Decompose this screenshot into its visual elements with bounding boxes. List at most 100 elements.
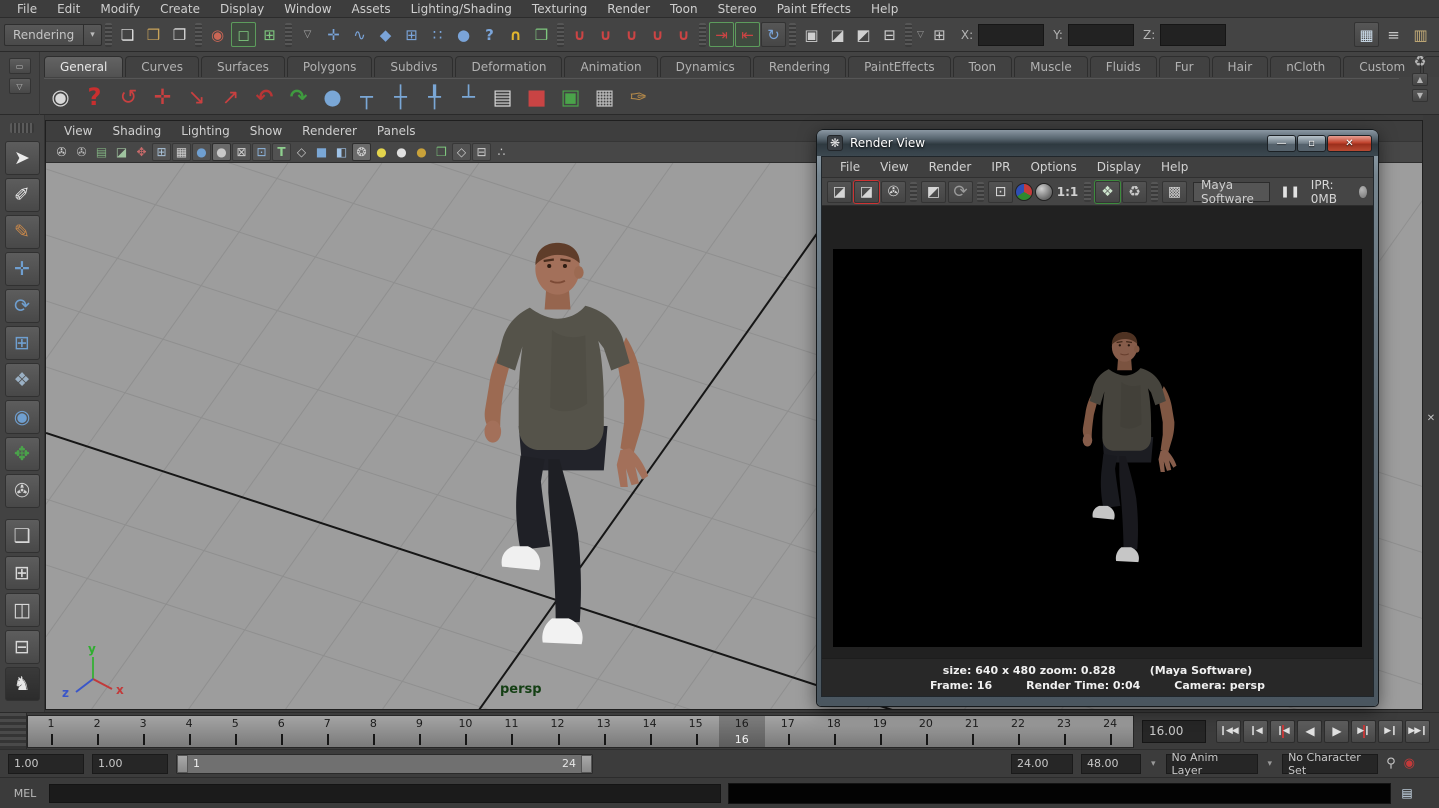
render-settings-icon[interactable]: ⊟ [877,22,902,47]
rv-render-region-icon[interactable]: ◪ [854,181,879,203]
frame-cell[interactable]: 2 [74,716,120,747]
menu-window[interactable]: Window [275,1,340,17]
frame-ruler[interactable]: 1 2 3 4 [27,715,1134,748]
chevron-down-icon[interactable]: ▾ [83,25,101,45]
lasso-select-tool[interactable]: ✐ [5,178,40,212]
frame-cell[interactable]: 14 [627,716,673,747]
x-coordinate-field[interactable] [978,24,1044,46]
playback-start-field[interactable] [92,754,168,774]
chevron-down-icon[interactable]: ▾ [1268,759,1273,769]
universal-manipulator-tool[interactable]: ❖ [5,363,40,397]
rv-menu-display[interactable]: Display [1089,159,1149,175]
menu-texturing[interactable]: Texturing [523,1,596,17]
shelf-tab-deformation[interactable]: Deformation [455,56,562,77]
shelf-light-link-icon[interactable]: ┬ [350,81,383,113]
select-by-object-icon[interactable]: ◻ [231,22,256,47]
snap-to-view-magnet-icon[interactable]: ∪ [671,22,696,47]
frame-cell[interactable]: 6 [258,716,304,747]
character-set-field[interactable]: No Character Set [1282,754,1378,774]
render-current-frame-icon[interactable]: ◪ [825,22,850,47]
rendered-image[interactable] [833,249,1362,647]
play-backwards-button[interactable]: ◀ [1297,720,1322,743]
menu-paint-effects[interactable]: Paint Effects [768,1,860,17]
shelf-camera-dolly-icon[interactable]: ↗ [214,81,247,113]
shelf-options-icon[interactable]: ▽ [9,78,31,94]
vp-menu-lighting[interactable]: Lighting [173,123,238,139]
new-scene-icon[interactable]: ❏ [115,22,140,47]
vp-no-light-icon[interactable]: ● [412,143,431,161]
shelf-shade-link-break-icon[interactable]: ┴ [452,81,485,113]
soft-modification-tool[interactable]: ◉ [5,400,40,434]
vp-select-camera-icon[interactable]: ✇ [52,143,71,161]
panel-close-icon[interactable]: ✕ [1427,125,1435,712]
snap-curve-icon[interactable]: ∿ [347,22,372,47]
frame-cell[interactable]: 17 [765,716,811,747]
shelf-undo-view-icon[interactable]: ↶ [248,81,281,113]
rv-menu-options[interactable]: Options [1022,159,1084,175]
renderer-dropdown[interactable]: Maya Software [1193,182,1270,202]
toolbar-divider[interactable] [105,23,112,47]
frame-cell[interactable]: 11 [488,716,534,747]
open-render-view-icon[interactable]: ▣ [799,22,824,47]
rv-one-to-one-icon[interactable]: 1:1 [1055,181,1080,203]
frame-cell[interactable]: 20 [903,716,949,747]
rv-rgb-channels-icon[interactable] [1015,183,1033,201]
shelf-tab-toon[interactable]: Toon [953,56,1013,77]
current-time-field[interactable] [1142,720,1206,743]
shelf-trash-icon[interactable]: ♻ [1414,54,1427,70]
toolbar-divider[interactable] [789,23,796,47]
menu-render[interactable]: Render [598,1,659,17]
vp-safe-action-icon[interactable]: ⊡ [252,143,271,161]
highlight-selection-icon[interactable]: ❒ [529,22,554,47]
render-view-titlebar[interactable]: ❋ Render View —▫✕ [817,130,1378,156]
vp-menu-shading[interactable]: Shading [104,123,169,139]
time-slider-grip[interactable] [0,713,27,749]
vp-resolution-gate-icon[interactable]: ● [192,143,211,161]
vp-film-gate-icon[interactable]: ▦ [172,143,191,161]
shelf-assign-red-cube-icon[interactable]: ■ [520,81,553,113]
shelf-camera-orbit-icon[interactable]: ↺ [112,81,145,113]
shelf-menu-icon[interactable]: ▭ [9,58,31,74]
go-to-start-button[interactable]: ❙◀◀ [1216,720,1241,743]
rv-refresh-icon[interactable]: ⟳ [948,181,973,203]
vp-image-plane-icon[interactable]: ◪ [112,143,131,161]
construction-history-icon[interactable]: ↻ [761,22,786,47]
menu-edit[interactable]: Edit [48,1,89,17]
snap-lattice-icon[interactable]: ⊞ [399,22,424,47]
shelf-tab-fluids[interactable]: Fluids [1090,56,1157,77]
chevron-down-icon[interactable]: ▾ [1151,759,1156,769]
scale-tool[interactable]: ⊞ [5,326,40,360]
frame-cell[interactable]: 8 [350,716,396,747]
vp-xray-joints-icon[interactable]: ⊟ [472,143,491,161]
rv-ipr-render-icon[interactable]: ◩ [921,181,946,203]
ipr-pause-icon[interactable]: ❚❚ [1280,185,1300,198]
shelf-tab-painteffects[interactable]: PaintEffects [848,56,950,77]
shelf-paint-brush-icon[interactable]: ✑ [622,81,655,113]
select-tool[interactable]: ➤ [5,141,40,175]
shelf-scroll-up-icon[interactable]: ▲ [1412,73,1428,86]
frame-cell[interactable]: 23 [1041,716,1087,747]
shelf-cube-stack-icon[interactable]: ▦ [588,81,621,113]
rv-menu-file[interactable]: File [832,159,868,175]
toolbar-divider[interactable] [557,23,564,47]
shelf-delete-sphere-icon[interactable]: ● [316,81,349,113]
step-forward-key-button[interactable]: ▶❙ [1351,720,1376,743]
layout-single-pane[interactable]: ❑ [5,519,40,553]
shelf-film-reel-icon[interactable]: ◉ [44,81,77,113]
animation-end-field[interactable] [1081,754,1141,774]
snap-to-plane-magnet-icon[interactable]: ∪ [645,22,670,47]
shelf-tab-ncloth[interactable]: nCloth [1270,56,1341,77]
toolbar-divider[interactable] [905,23,912,47]
z-coordinate-field[interactable] [1160,24,1226,46]
rotate-tool[interactable]: ⟳ [5,289,40,323]
step-back-frame-button[interactable]: ❙◀ [1243,720,1268,743]
layout-four-pane[interactable]: ⊞ [5,556,40,590]
shelf-tab-rendering[interactable]: Rendering [753,56,846,77]
snap-particle-icon[interactable]: ∷ [425,22,450,47]
menu-set-dropdown[interactable]: Rendering ▾ [4,24,102,46]
layout-outliner-persp[interactable]: ◫ [5,593,40,627]
shelf-tab-subdivs[interactable]: Subdivs [374,56,453,77]
step-back-key-button[interactable]: ❙◀ [1270,720,1295,743]
script-editor-icon[interactable]: ▤ [1398,784,1416,802]
shelf-tab-curves[interactable]: Curves [125,56,199,77]
